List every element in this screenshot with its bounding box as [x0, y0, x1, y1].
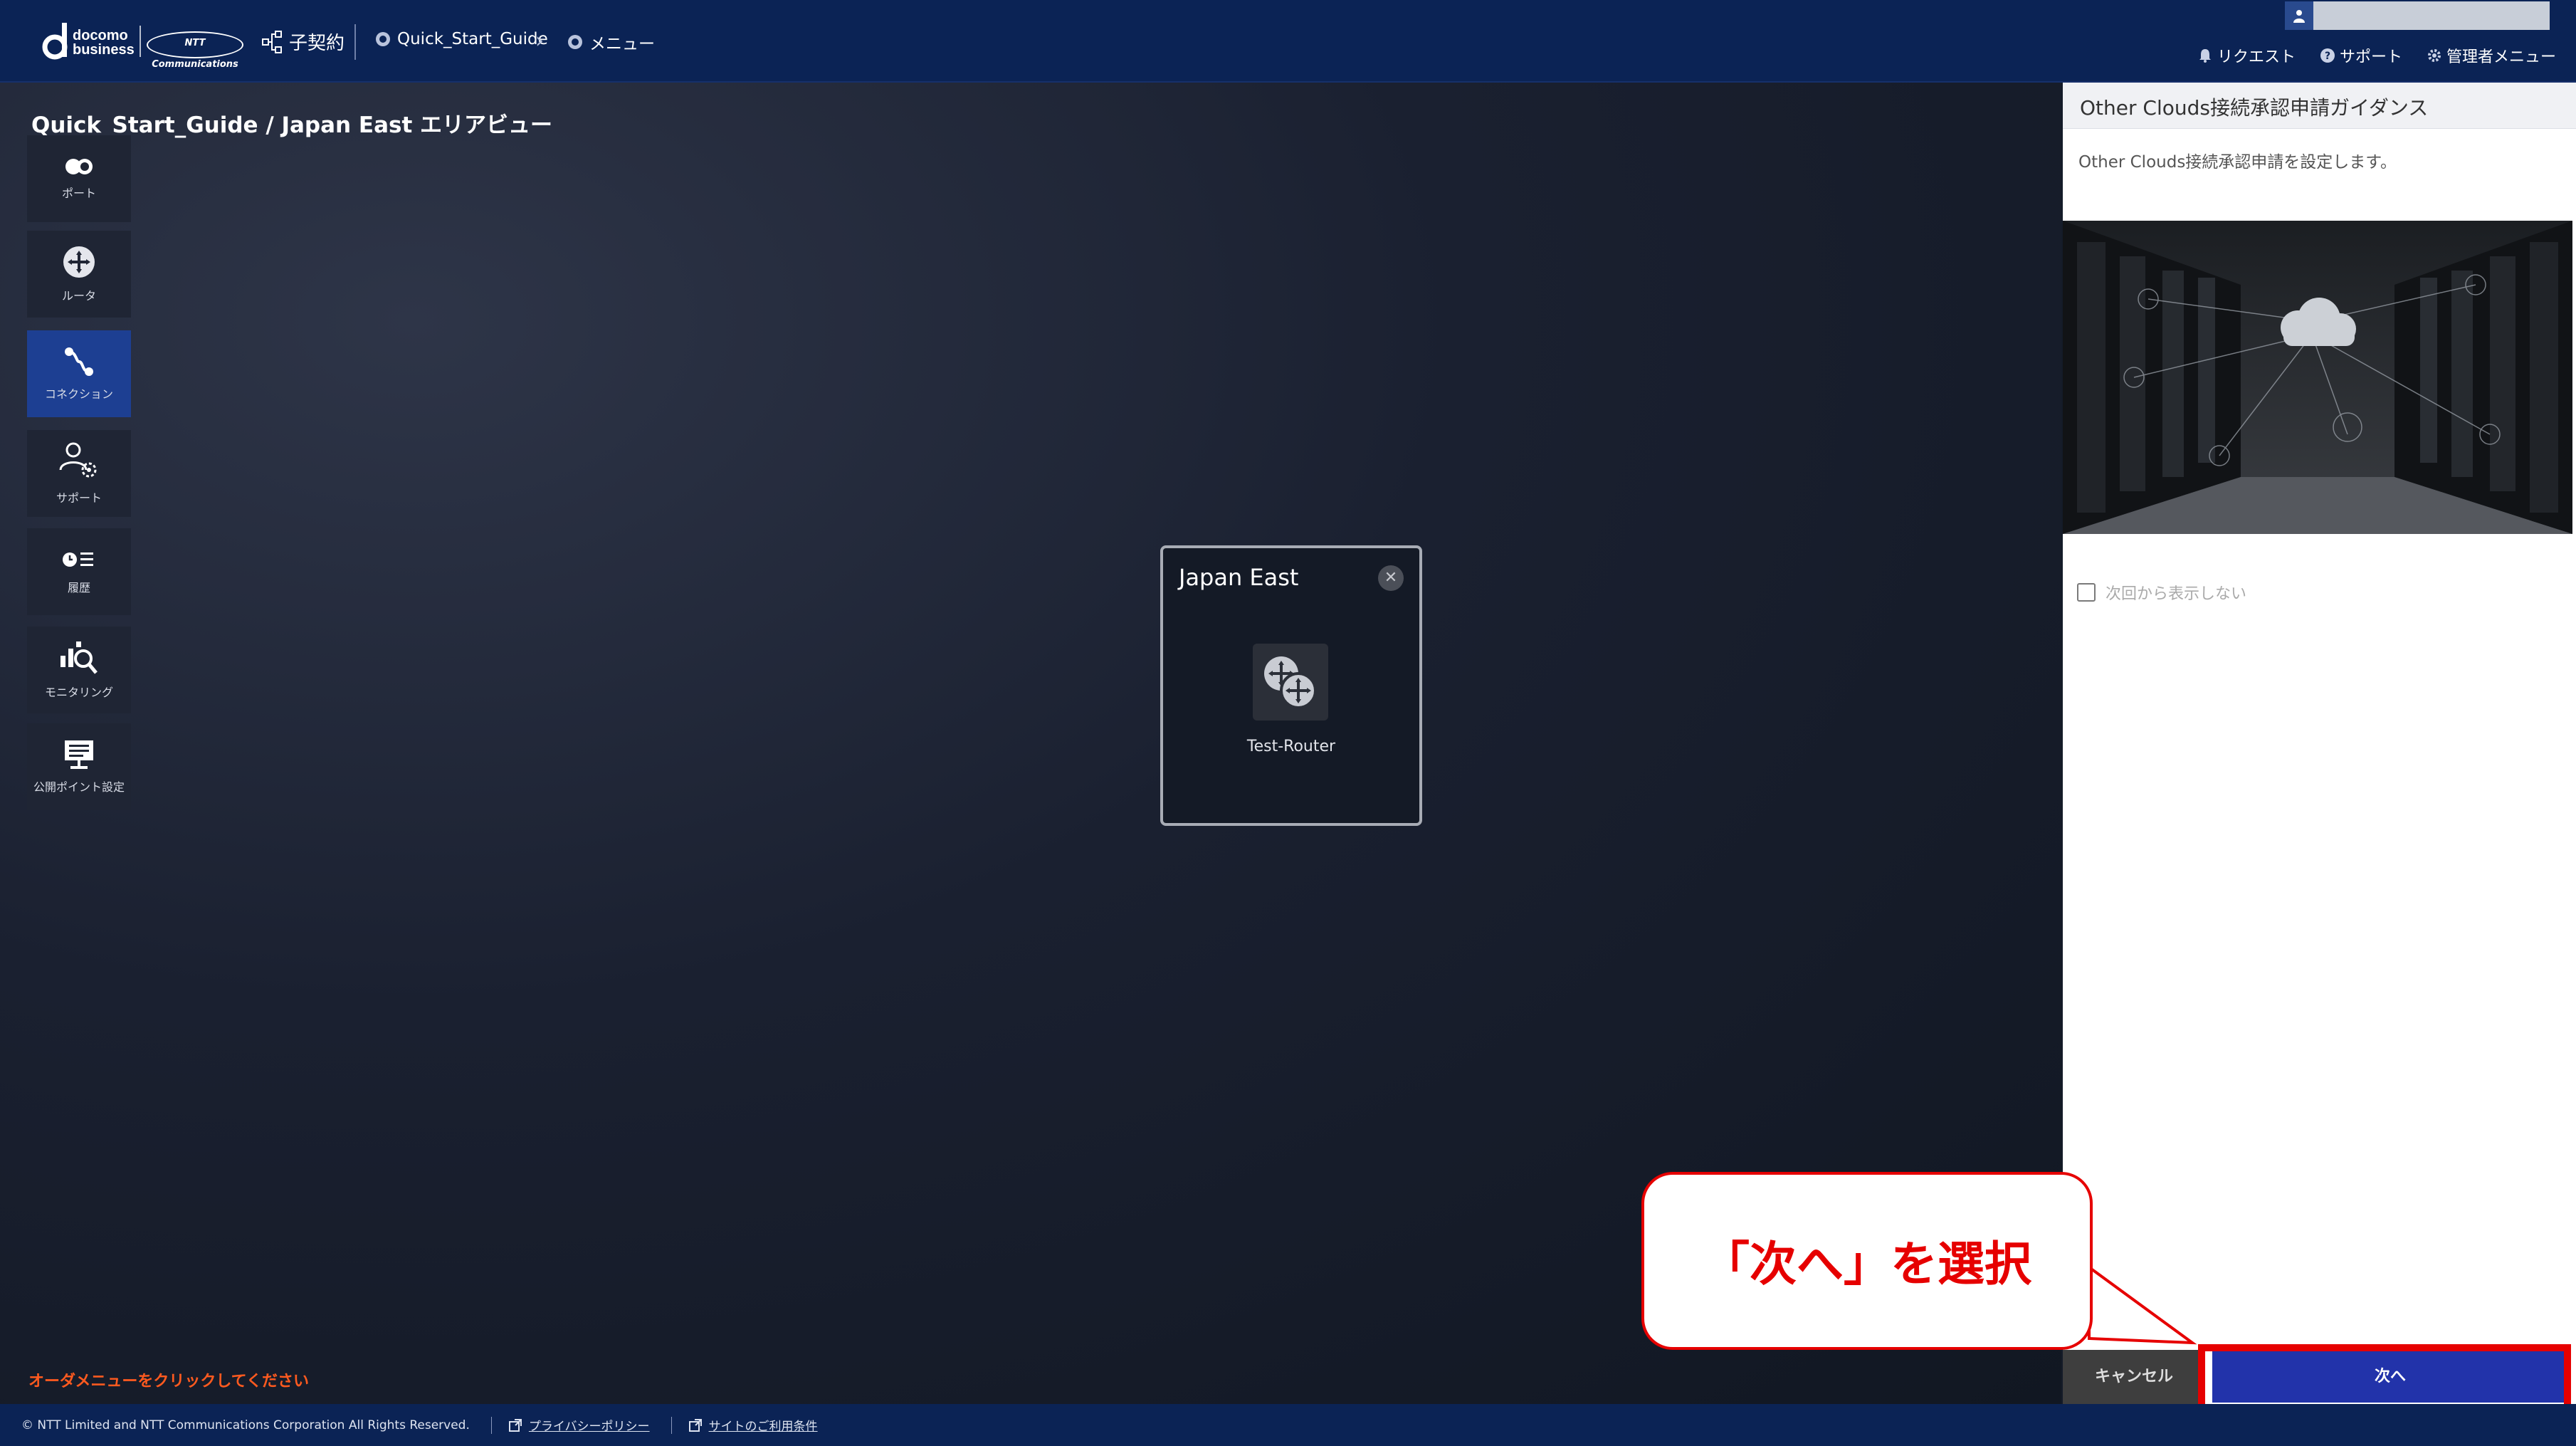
chevron-right-icon: › [535, 28, 544, 53]
panel-title: Other Clouds接続承認申請ガイダンス [2080, 96, 2429, 120]
copyright-text: © NTT Limited and NTT Communications Cor… [21, 1418, 470, 1432]
order-menu-hint: オーダメニューをクリックしてください [28, 1373, 310, 1390]
cancel-button[interactable]: キャンセル [2063, 1350, 2205, 1404]
brand-logo-text: docomo business [73, 28, 135, 58]
sidebar-item-router[interactable]: ルータ [27, 231, 131, 318]
sidebar-item-monitoring[interactable]: モニタリング [27, 627, 131, 713]
ntt-logo: NTT Communications [147, 31, 243, 70]
monitoring-icon [61, 641, 98, 674]
header-links: リクエスト ? サポート 管理者メニュー [2197, 44, 2556, 67]
sidebar-item-port[interactable]: ポート [27, 135, 131, 222]
sidebar-item-history[interactable]: 履歴 [27, 528, 131, 615]
instruction-callout: 「次へ」を選択 [1641, 1172, 2093, 1350]
contract-label: 子契約 [289, 33, 345, 54]
project-dot-icon [376, 32, 390, 46]
footer: © NTT Limited and NTT Communications Cor… [0, 1404, 2576, 1446]
logo-divider [140, 26, 141, 57]
router-icon [63, 246, 95, 278]
breadcrumb-label: メニュー [589, 35, 655, 53]
top-header: docomo business NTT Communications 子契約 Q… [0, 0, 2576, 83]
admin-menu-link[interactable]: 管理者メニュー [2427, 44, 2556, 67]
dont-show-again-label: 次回から表示しない [2106, 585, 2247, 603]
dont-show-again-row[interactable]: 次回から表示しない [2077, 581, 2246, 604]
sidebar-item-public-point[interactable]: 公開ポイント設定 [27, 723, 131, 810]
port-icon [65, 159, 93, 174]
help-circle-icon: ? [2320, 48, 2335, 63]
sidebar-item-support[interactable]: サポート [27, 430, 131, 517]
gear-icon [2427, 49, 2441, 62]
user-account-box[interactable] [2285, 1, 2550, 30]
connection-icon [65, 347, 93, 376]
menu-dot-icon [568, 35, 582, 49]
svg-text:?: ? [2325, 51, 2330, 62]
contract-switch[interactable]: 子契約 [262, 28, 345, 55]
request-link[interactable]: リクエスト [2197, 44, 2296, 67]
area-card-japan-east[interactable]: Japan East ✕ Test-Router [1160, 545, 1422, 826]
router-pair-icon [1264, 656, 1317, 709]
user-icon [2285, 1, 2313, 30]
public-point-icon [65, 740, 93, 769]
external-link-icon [508, 1418, 522, 1432]
header-divider [354, 24, 356, 60]
guidance-panel: Other Clouds接続承認申請ガイダンス Other Clouds接続承認… [2063, 83, 2576, 1404]
external-link-icon [688, 1418, 702, 1432]
support-user-icon [59, 442, 97, 478]
footer-divider [490, 1416, 492, 1434]
panel-description: Other Clouds接続承認申請を設定します。 [2078, 153, 2397, 172]
datacenter-cloud-illustration [2063, 221, 2572, 534]
instruction-text: 「次へ」を選択 [1703, 1237, 2031, 1292]
close-icon[interactable]: ✕ [1378, 565, 1404, 591]
breadcrumb-label: Quick_Start_Guide [397, 30, 548, 48]
hierarchy-icon [262, 30, 282, 53]
sidebar-item-connection[interactable]: コネクション [27, 330, 131, 417]
privacy-policy-link[interactable]: プライバシーポリシー [508, 1416, 650, 1434]
panel-header: Other Clouds接続承認申請ガイダンス [2063, 83, 2576, 129]
terms-of-use-link[interactable]: サイトのご利用条件 [688, 1416, 818, 1434]
area-card-title: Japan East [1179, 564, 1299, 591]
dont-show-again-checkbox[interactable] [2077, 583, 2096, 602]
support-link[interactable]: ? サポート [2320, 44, 2402, 67]
bell-icon [2199, 49, 2211, 63]
breadcrumb-item-menu[interactable]: メニュー [568, 30, 655, 54]
breadcrumb-item-project[interactable]: Quick_Start_Guide [376, 30, 548, 48]
router-node[interactable] [1253, 644, 1328, 721]
router-label: Test-Router [1246, 738, 1336, 755]
footer-divider [671, 1416, 672, 1434]
next-button[interactable]: 次へ [2212, 1351, 2568, 1403]
page-title: Quick_Start_Guide / Japan East エリアビュー [31, 112, 553, 138]
history-icon [63, 552, 93, 567]
